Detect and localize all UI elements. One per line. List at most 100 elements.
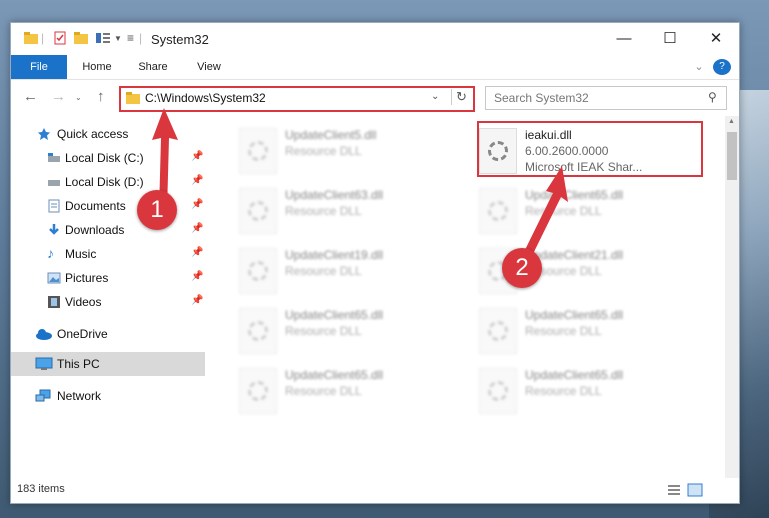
dll-file-icon [239,188,277,234]
file-item[interactable]: UpdateClient65.dll Resource DLL [469,302,689,358]
item-count: 183 items [17,483,65,495]
separator: | [139,31,143,45]
file-description: Resource DLL [285,264,362,278]
forward-arrow-icon[interactable]: → [51,88,66,105]
tab-home[interactable]: Home [71,55,123,79]
maximize-button[interactable]: ☐ [647,23,693,55]
file-name: UpdateClient65.dll [285,368,384,382]
pin-icon[interactable]: 📌 [191,199,203,210]
new-folder-icon[interactable] [73,31,89,45]
file-item[interactable]: UpdateClient19.dll Resource DLL [229,242,449,298]
help-icon[interactable]: ? [713,59,731,75]
file-item[interactable]: UpdateClient65.dll Resource DLL [229,362,449,418]
address-path: C:\Windows\System32 [145,91,266,105]
tab-view[interactable]: View [183,55,235,79]
star-icon [38,128,50,140]
up-arrow-icon[interactable]: ↑ [97,88,105,105]
file-description: Resource DLL [285,144,362,158]
sidebar-item-network[interactable]: Network [11,384,205,408]
sidebar-item-onedrive[interactable]: OneDrive [11,322,205,346]
view-details-icon[interactable] [95,31,111,45]
details-view-icon[interactable] [667,484,681,496]
file-description: Resource DLL [525,384,602,398]
pictures-icon [47,272,61,284]
sidebar-item-music[interactable]: ♪ Music 📌 [11,242,205,266]
pin-icon[interactable]: 📌 [191,247,203,258]
file-description: Resource DLL [525,324,602,338]
pin-icon[interactable]: 📌 [191,271,203,282]
separator: | [41,31,45,45]
properties-icon[interactable] [53,31,67,45]
address-dropdown-icon[interactable]: ⌄ [431,91,439,102]
status-bar: 183 items [11,478,739,503]
gear-icon [248,381,268,401]
gear-icon [248,201,268,221]
search-input[interactable]: Search System32 ⚲ [485,86,727,110]
file-item[interactable]: UpdateClient63.dll Resource DLL [229,182,449,238]
cloud-icon [36,329,52,340]
file-name: UpdateClient5.dll [285,128,377,142]
file-item[interactable]: UpdateClient65.dll Resource DLL [469,362,689,418]
gear-icon [488,201,508,221]
large-icons-view-icon[interactable] [687,483,703,497]
sidebar-item-label: Downloads [65,223,125,237]
document-icon [48,199,60,213]
pin-icon[interactable]: 📌 [191,223,203,234]
sidebar-item-label: This PC [57,357,100,371]
file-list: UpdateClient5.dll Resource DLL UpdateCli… [215,116,725,478]
tab-share[interactable]: Share [127,55,179,79]
sidebar-item-label: Quick access [57,127,129,141]
film-icon [48,296,60,308]
sidebar-item-pictures[interactable]: Pictures 📌 [11,266,205,290]
customize-quick-access-icon[interactable]: ▼ [114,34,122,43]
pin-icon[interactable]: 📌 [191,151,203,162]
dll-file-icon [239,128,277,174]
drive-icon [48,153,60,162]
close-button[interactable]: ✕ [693,23,739,55]
gear-icon [248,261,268,281]
folder-icon [126,92,140,104]
gear-icon [488,321,508,341]
file-name: UpdateClient65.dll [525,308,624,322]
minimize-button[interactable]: — [601,23,647,55]
pin-icon[interactable]: 📌 [191,295,203,306]
scroll-up-icon[interactable]: ▲ [728,118,735,125]
file-item[interactable]: UpdateClient65.dll Resource DLL [229,302,449,358]
file-name: UpdateClient19.dll [285,248,384,262]
gear-icon [248,321,268,341]
network-icon [35,389,51,402]
sidebar-item-label: Network [57,389,102,403]
back-arrow-icon[interactable]: ← [23,88,38,105]
gear-icon [488,381,508,401]
window-title: System32 [151,32,209,47]
file-item[interactable]: UpdateClient5.dll Resource DLL [229,122,449,178]
file-description: Resource DLL [285,384,362,398]
dll-file-icon [239,368,277,414]
drive-icon [48,180,60,186]
sidebar-item-label: Pictures [65,271,109,285]
dll-file-icon [239,308,277,354]
scrollbar-thumb[interactable] [727,132,737,180]
quick-access-overflow-icon[interactable]: ≡ [127,31,134,45]
ribbon-expand-icon[interactable]: ⌄ [689,55,709,79]
search-icon[interactable]: ⚲ [708,90,717,104]
tab-file[interactable]: File [11,55,67,79]
file-description: Resource DLL [285,204,362,218]
dll-file-icon [479,308,517,354]
vertical-scrollbar[interactable]: ▲ [725,116,739,478]
sidebar-item-label: Documents [65,199,126,213]
sidebar-item-downloads[interactable]: Downloads 📌 [11,218,205,242]
sidebar-item-label: OneDrive [57,327,108,341]
sidebar-item-this-pc[interactable]: This PC [11,352,205,376]
gear-icon [248,141,268,161]
sidebar-item-label: Local Disk (D:) [65,175,144,189]
pin-icon[interactable]: 📌 [191,175,203,186]
sidebar-item-videos[interactable]: Videos 📌 [11,290,205,314]
file-name: UpdateClient63.dll [285,188,384,202]
refresh-icon[interactable]: ↻ [451,89,467,105]
sidebar-item-label: Local Disk (C:) [65,151,144,165]
sidebar-item-label: Videos [65,295,102,309]
recent-locations-icon[interactable]: ⌄ [75,93,82,102]
file-explorer-window: | ▼ ≡ | System32 — ☐ ✕ File Home Share V… [10,22,740,504]
folder-icon [24,32,38,44]
